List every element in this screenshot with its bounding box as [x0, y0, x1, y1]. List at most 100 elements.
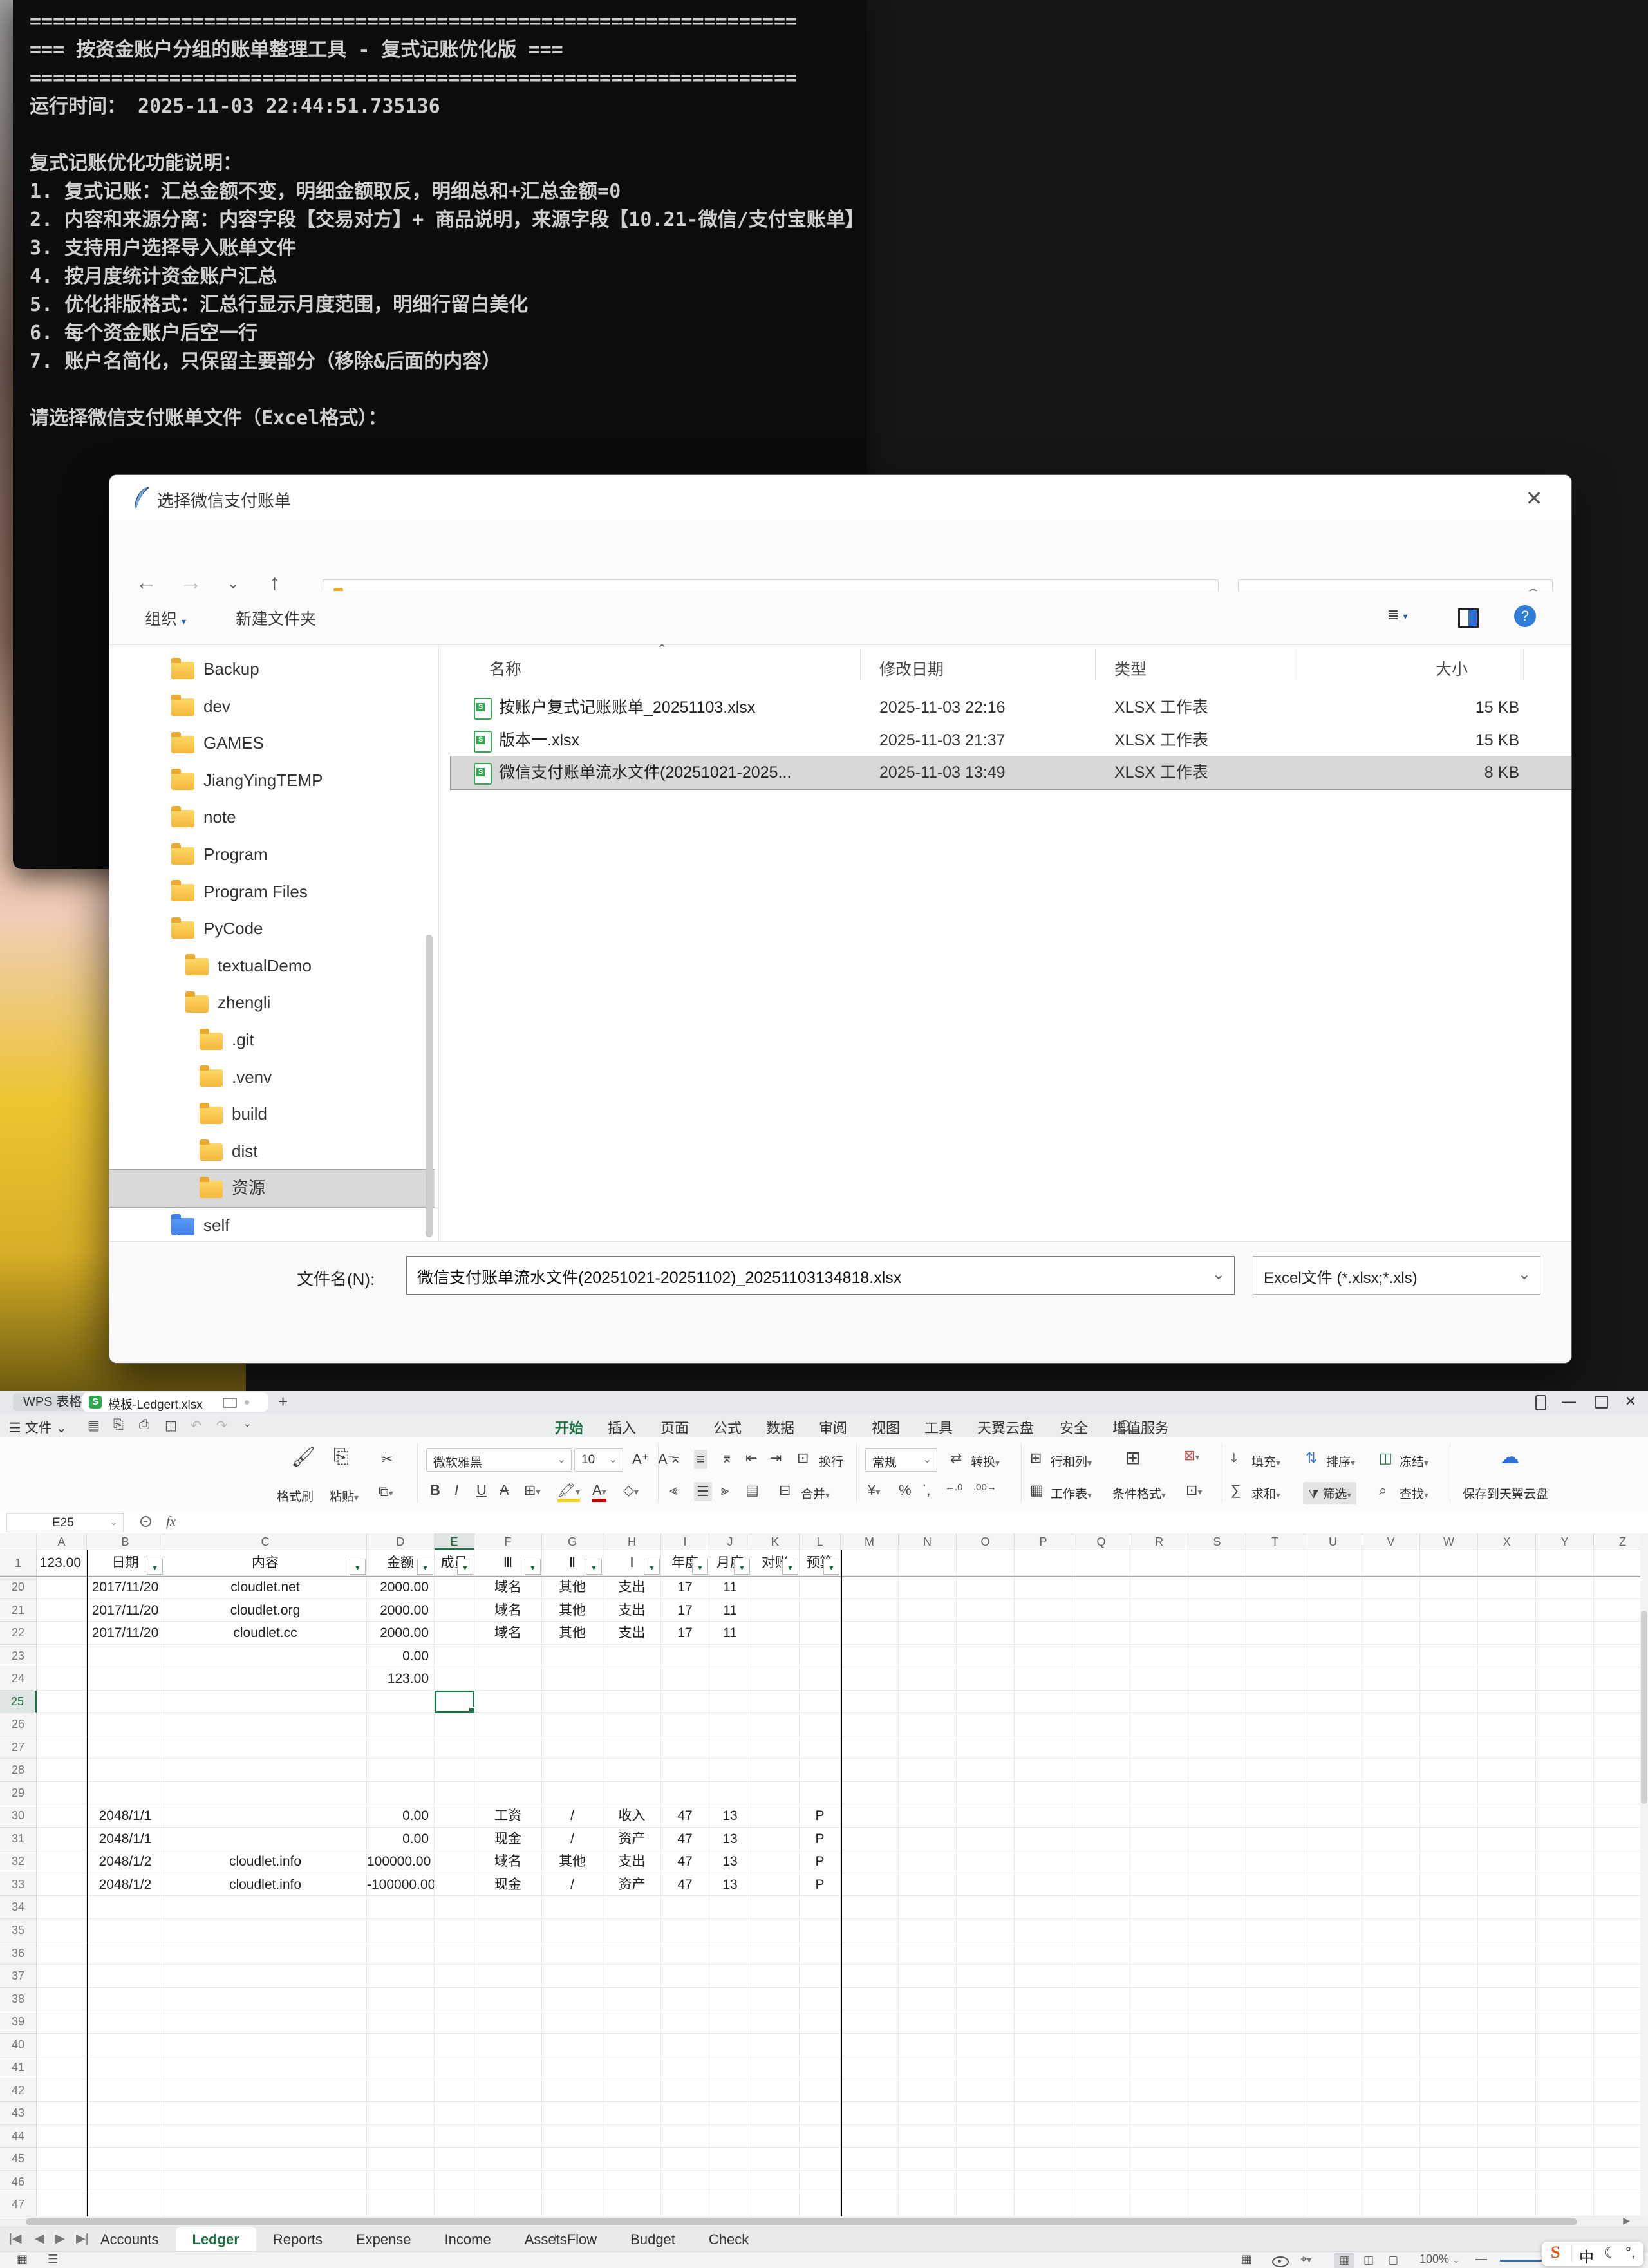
cell-Y25[interactable] — [1536, 1691, 1594, 1714]
column-header-F[interactable]: F — [474, 1533, 542, 1550]
cell-N26[interactable] — [899, 1713, 957, 1736]
cell-E29[interactable] — [435, 1782, 474, 1805]
row-header-20[interactable]: 20 — [0, 1576, 37, 1599]
cell-G30[interactable]: / — [542, 1804, 603, 1828]
cell-Z29[interactable] — [1594, 1782, 1640, 1805]
cell-W42[interactable] — [1420, 2079, 1478, 2103]
cell-X39[interactable] — [1478, 2010, 1536, 2034]
cell-M36[interactable] — [841, 1942, 899, 1965]
new-folder-button[interactable]: 新建文件夹 — [236, 606, 316, 630]
cell-L36[interactable] — [800, 1942, 841, 1965]
cell-U44[interactable] — [1304, 2125, 1362, 2148]
cell-I45[interactable] — [661, 2148, 709, 2171]
merge-center-icon[interactable]: ⊞ — [1125, 1447, 1140, 1468]
cell-M26[interactable] — [841, 1713, 899, 1736]
cell-T32[interactable] — [1246, 1850, 1304, 1873]
cell-P28[interactable] — [1015, 1759, 1072, 1782]
spreadsheet-grid[interactable]: ABCDEFGHIJKLMNOPQRSTUVWXYZ1123.00日期内容金额成… — [0, 1533, 1640, 2216]
cell-V31[interactable] — [1362, 1828, 1420, 1851]
cell-V39[interactable] — [1362, 2010, 1420, 2034]
align-bottom-icon[interactable]: ⌆ — [721, 1450, 733, 1467]
cell-E27[interactable] — [435, 1736, 474, 1759]
cell-J30[interactable]: 13 — [709, 1804, 751, 1828]
cell-G25[interactable] — [542, 1691, 603, 1714]
cell-L45[interactable] — [800, 2148, 841, 2171]
row-header-47[interactable]: 47 — [0, 2193, 37, 2216]
cell-C27[interactable] — [164, 1736, 367, 1759]
cell-I42[interactable] — [661, 2079, 709, 2103]
cell-X45[interactable] — [1478, 2148, 1536, 2171]
cell-S35[interactable] — [1188, 1919, 1246, 1942]
cell-E21[interactable] — [435, 1599, 474, 1622]
cell-N31[interactable] — [899, 1828, 957, 1851]
cell-D27[interactable] — [367, 1736, 435, 1759]
filter-icon[interactable] — [692, 1559, 708, 1575]
cell-G31[interactable]: / — [542, 1828, 603, 1851]
column-header-B[interactable]: B — [87, 1533, 164, 1550]
cell-B38[interactable] — [87, 1988, 164, 2011]
cell-L42[interactable] — [800, 2079, 841, 2103]
cell-E20[interactable] — [435, 1576, 474, 1599]
cell-V23[interactable] — [1362, 1645, 1420, 1668]
tab-页面[interactable]: 页面 — [660, 1417, 689, 1438]
cell-X44[interactable] — [1478, 2125, 1536, 2148]
cell-V43[interactable] — [1362, 2102, 1420, 2125]
cell-W30[interactable] — [1420, 1804, 1478, 1828]
wrap-text-icon[interactable]: ⊡ — [797, 1450, 809, 1467]
cell-Y40[interactable] — [1536, 2034, 1594, 2057]
cell-O1[interactable] — [957, 1550, 1015, 1576]
cell-I43[interactable] — [661, 2102, 709, 2125]
cell-I37[interactable] — [661, 1965, 709, 1988]
cell-C36[interactable] — [164, 1942, 367, 1965]
cell-Z39[interactable] — [1594, 2010, 1640, 2034]
cell-K31[interactable] — [751, 1828, 800, 1851]
cell-E36[interactable] — [435, 1942, 474, 1965]
grid-horizontal-scrollbar[interactable]: ▶ — [0, 2216, 1648, 2227]
cell-X35[interactable] — [1478, 1919, 1536, 1942]
cell-C24[interactable] — [164, 1667, 367, 1691]
cell-F22[interactable]: 域名 — [474, 1622, 542, 1645]
cell-F35[interactable] — [474, 1919, 542, 1942]
cell-M35[interactable] — [841, 1919, 899, 1942]
align-middle-icon[interactable]: ≡ — [694, 1450, 707, 1469]
cell-Y29[interactable] — [1536, 1782, 1594, 1805]
cell-C33[interactable]: cloudlet.info — [164, 1873, 367, 1897]
cell-D22[interactable]: 2000.00 — [367, 1622, 435, 1645]
tab-安全[interactable]: 安全 — [1060, 1417, 1088, 1438]
cell-L23[interactable] — [800, 1645, 841, 1668]
cell-I44[interactable] — [661, 2125, 709, 2148]
cell-E34[interactable] — [435, 1896, 474, 1919]
cell-J22[interactable]: 11 — [709, 1622, 751, 1645]
cell-R31[interactable] — [1130, 1828, 1188, 1851]
cell-F44[interactable] — [474, 2125, 542, 2148]
cell-F37[interactable] — [474, 1965, 542, 1988]
cell-P40[interactable] — [1015, 2034, 1072, 2057]
cell-X43[interactable] — [1478, 2102, 1536, 2125]
cell-J21[interactable]: 11 — [709, 1599, 751, 1622]
cell-L1[interactable]: 预算 — [800, 1550, 841, 1576]
cell-I33[interactable]: 47 — [661, 1873, 709, 1897]
cell-V41[interactable] — [1362, 2056, 1420, 2079]
column-header-S[interactable]: S — [1188, 1533, 1246, 1550]
cell-G39[interactable] — [542, 2010, 603, 2034]
cell-I20[interactable]: 17 — [661, 1576, 709, 1599]
cell-H38[interactable] — [603, 1988, 661, 2011]
cell-S33[interactable] — [1188, 1873, 1246, 1897]
cell-U1[interactable] — [1304, 1550, 1362, 1576]
row-header-35[interactable]: 35 — [0, 1919, 37, 1942]
cell-G45[interactable] — [542, 2148, 603, 2171]
cell-H44[interactable] — [603, 2125, 661, 2148]
cell-A42[interactable] — [37, 2079, 87, 2103]
cell-S23[interactable] — [1188, 1645, 1246, 1668]
row-header-42[interactable]: 42 — [0, 2079, 37, 2103]
cell-B37[interactable] — [87, 1965, 164, 1988]
cell-S34[interactable] — [1188, 1896, 1246, 1919]
cell-X25[interactable] — [1478, 1691, 1536, 1714]
cell-E41[interactable] — [435, 2056, 474, 2079]
cell-A38[interactable] — [37, 1988, 87, 2011]
cell-I41[interactable] — [661, 2056, 709, 2079]
cell-O30[interactable] — [957, 1804, 1015, 1828]
row-header-38[interactable]: 38 — [0, 1988, 37, 2011]
tree-item-Program[interactable]: Program — [109, 836, 435, 874]
cell-M33[interactable] — [841, 1873, 899, 1897]
